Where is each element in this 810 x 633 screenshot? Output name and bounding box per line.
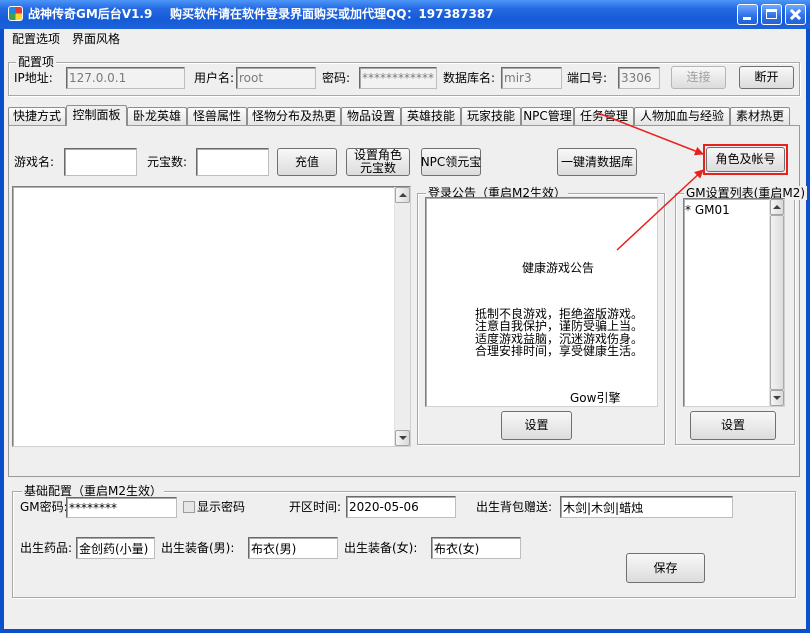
menu-config-options[interactable]: 配置选项 xyxy=(12,32,60,46)
birth-equip-male-input[interactable] xyxy=(248,537,338,559)
yuanbao-input[interactable] xyxy=(196,148,269,176)
tab-player-skills[interactable]: 玩家技能 xyxy=(461,107,521,126)
role-account-button[interactable]: 角色及帐号 xyxy=(706,147,785,172)
set-role-yuanbao-button[interactable]: 设置角色元宝数 xyxy=(346,148,410,176)
tab-task-management[interactable]: 任务管理 xyxy=(574,107,634,126)
gm-scroll-up-button[interactable] xyxy=(770,199,784,215)
open-time-label: 开区时间: xyxy=(289,500,342,514)
announcement-textarea[interactable]: 健康游戏公告 抵制不良游戏，拒绝盗版游戏。 注意自我保护，谨防受骗上当。 适度游… xyxy=(425,197,658,407)
gm-list-set-button[interactable]: 设置 xyxy=(690,411,776,440)
tab-asset-hotupdate[interactable]: 素材热更 xyxy=(730,107,790,126)
announcement-body: 抵制不良游戏，拒绝盗版游戏。 注意自我保护，谨防受骗上当。 适度游戏益脑，沉迷游… xyxy=(475,308,643,358)
maximize-icon xyxy=(766,9,777,19)
minimize-button[interactable] xyxy=(737,4,758,25)
announcement-heading: 健康游戏公告 xyxy=(522,261,595,275)
log-textarea[interactable] xyxy=(12,186,411,447)
log-scroll-up-button[interactable] xyxy=(395,187,410,203)
birth-equip-female-input[interactable] xyxy=(431,537,521,559)
gm-password-input[interactable] xyxy=(66,497,177,518)
yuanbao-label: 元宝数: xyxy=(147,155,188,169)
scroll-down-icon xyxy=(773,396,781,400)
connect-button[interactable]: 连接 xyxy=(671,66,726,89)
game-name-input[interactable] xyxy=(64,148,137,176)
tab-item-settings[interactable]: 物品设置 xyxy=(341,107,401,126)
minimize-icon xyxy=(743,17,751,20)
gm-password-label: GM密码: xyxy=(20,500,68,514)
port-input[interactable] xyxy=(618,67,660,89)
announcement-line: 注意自我保护，谨防受骗上当。 xyxy=(475,319,644,334)
database-input[interactable] xyxy=(501,67,562,89)
gm-scroll-down-button[interactable] xyxy=(770,390,784,406)
app-icon xyxy=(8,6,23,21)
tab-hero-skills[interactable]: 英雄技能 xyxy=(401,107,461,126)
scroll-up-icon xyxy=(773,205,781,209)
disconnect-button[interactable]: 断开 xyxy=(739,66,794,89)
gm-list-scrollbar[interactable] xyxy=(769,199,784,406)
window-notice: 购买软件请在软件登录界面购买或加代理QQ：197387387 xyxy=(170,7,494,21)
menu-ui-style[interactable]: 界面风格 xyxy=(72,32,120,46)
announcement-line: 合理安排时间，享受健康生活。 xyxy=(475,344,644,359)
announcement-footer: Gow引擎 xyxy=(570,391,621,405)
close-icon xyxy=(789,8,802,21)
config-legend: 配置项 xyxy=(16,55,57,69)
birth-bag-label: 出生背包赠送: xyxy=(476,500,553,514)
save-button[interactable]: 保存 xyxy=(626,553,705,583)
password-input[interactable] xyxy=(359,67,437,89)
clear-database-button[interactable]: 一键清数据库 xyxy=(557,148,637,176)
basic-config-legend: 基础配置（重启M2生效） xyxy=(22,484,164,498)
npc-yuanbao-button[interactable]: NPC领元宝 xyxy=(421,148,481,176)
gm-scroll-thumb[interactable] xyxy=(770,215,784,390)
maximize-button[interactable] xyxy=(761,4,782,25)
tab-npc-management[interactable]: NPC管理 xyxy=(521,107,574,126)
birth-equip-female-label: 出生装备(女): xyxy=(344,541,418,555)
scroll-down-icon xyxy=(398,436,407,440)
ip-input[interactable] xyxy=(66,67,185,89)
announcement-set-button[interactable]: 设置 xyxy=(501,411,572,440)
birth-potion-input[interactable] xyxy=(76,537,155,559)
log-scrollbar[interactable] xyxy=(394,187,410,446)
tab-wolong-hero[interactable]: 卧龙英雄 xyxy=(127,107,187,126)
ip-label: IP地址: xyxy=(14,71,53,85)
database-label: 数据库名: xyxy=(443,71,496,85)
birth-potion-label: 出生药品: xyxy=(20,541,73,555)
show-password-label: 显示密码 xyxy=(197,500,246,514)
tab-monster-attributes[interactable]: 怪兽属性 xyxy=(187,107,247,126)
open-time-input[interactable] xyxy=(346,496,456,518)
port-label: 端口号: xyxy=(567,71,608,85)
log-scroll-down-button[interactable] xyxy=(395,430,410,446)
tab-control-panel[interactable]: 控制面板 xyxy=(66,105,127,126)
list-item[interactable]: * GM01 xyxy=(685,203,730,217)
scroll-up-icon xyxy=(398,193,407,197)
password-label: 密码: xyxy=(322,71,351,85)
show-password-checkbox[interactable] xyxy=(183,501,195,513)
tab-hp-exp[interactable]: 人物加血与经验 xyxy=(634,107,730,126)
birth-equip-male-label: 出生装备(男): xyxy=(161,541,235,555)
game-name-label: 游戏名: xyxy=(14,155,55,169)
window-title: 战神传奇GM后台V1.9 xyxy=(28,7,153,21)
title-bar[interactable]: 战神传奇GM后台V1.9 购买软件请在软件登录界面购买或加代理QQ：197387… xyxy=(0,0,810,29)
user-input[interactable] xyxy=(236,67,316,89)
app-window: 战神传奇GM后台V1.9 购买软件请在软件登录界面购买或加代理QQ：197387… xyxy=(0,0,810,633)
tab-monster-distribution[interactable]: 怪物分布及热更 xyxy=(247,107,341,126)
tab-shortcuts[interactable]: 快捷方式 xyxy=(8,107,66,126)
birth-bag-input[interactable] xyxy=(560,496,733,518)
recharge-button[interactable]: 充值 xyxy=(277,148,337,176)
close-button[interactable] xyxy=(785,4,806,25)
user-label: 用户名: xyxy=(194,71,235,85)
